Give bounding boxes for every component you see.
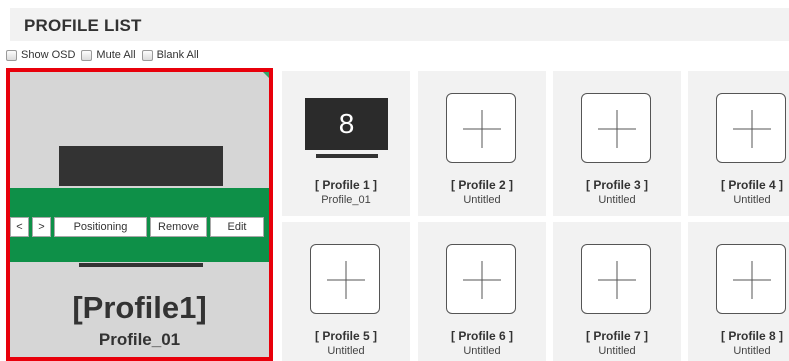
profile-name: [ Profile 6 ] bbox=[450, 329, 513, 343]
profile-subtitle: Untitled bbox=[463, 345, 501, 357]
profile-subtitle: Untitled bbox=[733, 345, 771, 357]
monitor-stand bbox=[79, 263, 203, 267]
plus-icon bbox=[463, 261, 501, 299]
profile-name: [ Profile 1 ] bbox=[314, 178, 377, 192]
profile-name: [ Profile 5 ] bbox=[314, 329, 377, 343]
add-profile-button[interactable] bbox=[716, 93, 786, 163]
profile-card-2[interactable]: [ Profile 2 ] Untitled bbox=[418, 71, 546, 216]
plus-icon bbox=[598, 110, 636, 148]
profile-toolbar: < > Positioning Remove Edit bbox=[10, 217, 267, 239]
mute-all-label: Mute All bbox=[96, 49, 136, 61]
profile-name: [ Profile 2 ] bbox=[450, 178, 513, 192]
profile-card-6[interactable]: [ Profile 6 ] Untitled bbox=[418, 222, 546, 361]
monitor-preview bbox=[59, 146, 223, 186]
next-button[interactable]: > bbox=[32, 217, 51, 237]
remove-button[interactable]: Remove bbox=[150, 217, 207, 237]
blank-all-checkbox[interactable] bbox=[141, 49, 153, 61]
profile-card-7[interactable]: [ Profile 7 ] Untitled bbox=[553, 222, 681, 361]
profile-subtitle: Profile_01 bbox=[321, 194, 371, 206]
add-profile-button[interactable] bbox=[446, 244, 516, 314]
profile-name: [ Profile 7 ] bbox=[585, 329, 648, 343]
plus-icon bbox=[327, 261, 365, 299]
thumbnail-stand bbox=[316, 154, 378, 158]
corner-indicator bbox=[263, 72, 269, 78]
blank-all-option[interactable]: Blank All bbox=[141, 49, 199, 61]
profile-list-header: PROFILE LIST bbox=[10, 8, 789, 41]
selected-profile-title: [Profile1] bbox=[72, 290, 207, 325]
profile-card-8[interactable]: [ Profile 8 ] Untitled bbox=[688, 222, 789, 361]
profile-card-5[interactable]: [ Profile 5 ] Untitled bbox=[282, 222, 410, 361]
show-osd-option[interactable]: Show OSD bbox=[6, 49, 75, 61]
profile-subtitle: Untitled bbox=[733, 194, 771, 206]
plus-icon bbox=[598, 261, 636, 299]
profile-name: [ Profile 8 ] bbox=[720, 329, 783, 343]
profile-thumbnail: 8 bbox=[305, 98, 388, 150]
profile-card-1[interactable]: 8 [ Profile 1 ] Profile_01 bbox=[282, 71, 410, 216]
add-profile-button[interactable] bbox=[716, 244, 786, 314]
profile-subtitle: Untitled bbox=[598, 345, 636, 357]
blank-all-label: Blank All bbox=[156, 49, 199, 61]
options-bar: Show OSD Mute All Blank All bbox=[6, 47, 205, 63]
profile-name: [ Profile 3 ] bbox=[585, 178, 648, 192]
prev-button[interactable]: < bbox=[10, 217, 29, 237]
plus-icon bbox=[733, 110, 771, 148]
mute-all-option[interactable]: Mute All bbox=[81, 49, 136, 61]
profile-card-4[interactable]: [ Profile 4 ] Untitled bbox=[688, 71, 789, 216]
profile-subtitle: Untitled bbox=[327, 345, 365, 357]
add-profile-button[interactable] bbox=[581, 93, 651, 163]
plus-icon bbox=[733, 261, 771, 299]
edit-button[interactable]: Edit bbox=[210, 217, 264, 237]
add-profile-button[interactable] bbox=[310, 244, 380, 314]
show-osd-label: Show OSD bbox=[21, 49, 76, 61]
show-osd-checkbox[interactable] bbox=[6, 49, 17, 61]
selected-profile-card[interactable]: < > Positioning Remove Edit [Profile1] P… bbox=[6, 68, 273, 361]
plus-icon bbox=[463, 110, 501, 148]
profile-subtitle: Untitled bbox=[598, 194, 636, 206]
profile-card-3[interactable]: [ Profile 3 ] Untitled bbox=[553, 71, 681, 216]
add-profile-button[interactable] bbox=[581, 244, 651, 314]
mute-all-checkbox[interactable] bbox=[81, 49, 93, 61]
page-title: PROFILE LIST bbox=[24, 16, 142, 35]
selected-profile-subtitle: Profile_01 bbox=[98, 330, 181, 349]
profile-subtitle: Untitled bbox=[463, 194, 501, 206]
positioning-button[interactable]: Positioning bbox=[54, 217, 147, 237]
profile-name: [ Profile 4 ] bbox=[720, 178, 783, 192]
add-profile-button[interactable] bbox=[446, 93, 516, 163]
